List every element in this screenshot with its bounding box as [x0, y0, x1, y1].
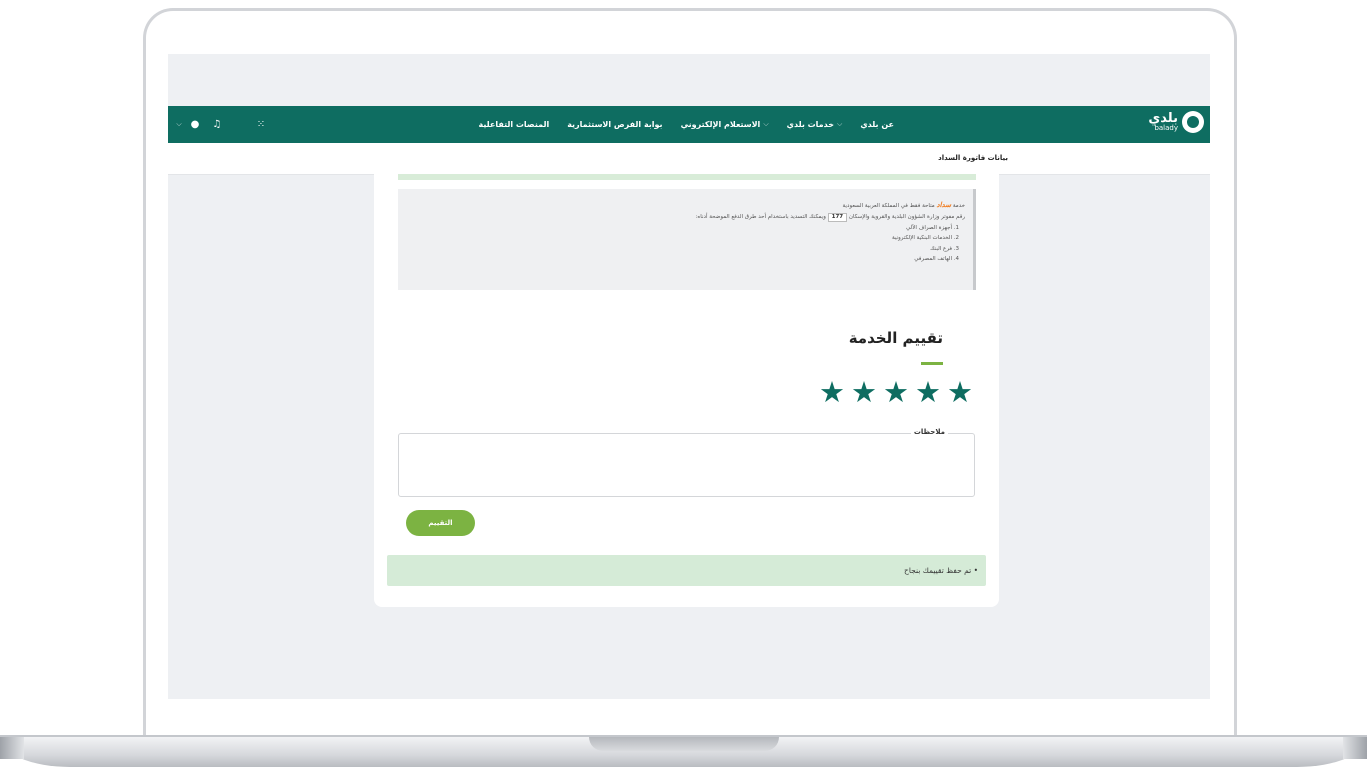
star-rating: ★ ★ ★ ★ ★ [819, 378, 973, 407]
logo-english: balady [1154, 124, 1178, 132]
main-nav: عن بلدي خدمات بلدي ⌵ الاستعلام الإلكترون… [478, 106, 894, 143]
grid-icon[interactable]: ⁙ [250, 119, 272, 130]
rating-title: تقييم الخدمة [848, 329, 943, 347]
balady-logo[interactable]: بلدي balady [1148, 111, 1204, 133]
top-navigation-bar: بلدي balady عن بلدي خدمات بلدي ⌵ الاستعل… [168, 106, 1210, 143]
nav-item-label: خدمات بلدي [786, 120, 835, 129]
laptop-base-right [1343, 737, 1367, 759]
nav-item-label: عن بلدي [860, 120, 894, 129]
page-title: بيانات فاتورة السداد [938, 154, 1008, 162]
success-message: • تم حفظ تقييمك بنجاح [904, 566, 978, 575]
info-text: خدمة [952, 203, 965, 209]
content-card: خدمة سداد متاحة فقط في المملكة العربية ا… [374, 174, 999, 607]
list-item: 1. أجهزة الصراف الآلي [905, 224, 959, 231]
chevron-down-icon[interactable]: ⌵ [174, 120, 184, 129]
profile-icon[interactable]: ● [184, 119, 206, 130]
star-icon[interactable]: ★ [851, 378, 877, 407]
notes-field-wrapper: ملاحظات [398, 428, 978, 500]
nav-item-inquiry[interactable]: الاستعلام الإلكتروني ⌵ [681, 120, 769, 129]
bell-icon[interactable]: ♫ [206, 119, 228, 130]
title-underline [921, 362, 943, 365]
nav-item-investment[interactable]: بوابة الفرص الاستثمارية [567, 120, 662, 129]
info-text: رقم مفوتر وزارة الشؤون البلدية والقروية … [848, 214, 965, 221]
laptop-base-left [0, 737, 24, 759]
info-line-2: رقم مفوتر وزارة الشؤون البلدية والقروية … [398, 212, 965, 223]
success-alert: • تم حفظ تقييمك بنجاح [387, 555, 986, 586]
nav-item-label: الاستعلام الإلكتروني [680, 120, 761, 129]
payment-info-box: خدمة سداد متاحة فقط في المملكة العربية ا… [398, 189, 976, 290]
notes-label: ملاحظات [910, 428, 948, 436]
nav-item-label: بوابة الفرص الاستثمارية [567, 120, 663, 129]
star-icon[interactable]: ★ [819, 378, 845, 407]
list-item: 2. الخدمات البنكية الإلكترونية [892, 235, 959, 242]
notes-textarea[interactable] [399, 434, 978, 500]
star-icon[interactable]: ★ [915, 378, 941, 407]
info-text: ويمكنك التسديد باستخدام أحد طرق الدفع ال… [695, 214, 826, 221]
nav-item-services[interactable]: خدمات بلدي ⌵ [787, 120, 843, 129]
payment-methods-list: 1. أجهزة الصراف الآلي 2. الخدمات البنكية… [398, 223, 965, 265]
chevron-down-icon: ⌵ [837, 120, 843, 128]
laptop-notch [589, 737, 779, 751]
biller-number-badge: 177 [827, 213, 848, 223]
chevron-down-icon: ⌵ [763, 120, 769, 128]
nav-item-platforms[interactable]: المنصات التفاعلية [478, 120, 549, 129]
logo-text: بلدي balady [1148, 112, 1178, 132]
list-item: 3. فرع البنك [930, 245, 959, 252]
page-header: بيانات فاتورة السداد [168, 143, 1210, 175]
nav-item-about[interactable]: عن بلدي [860, 120, 894, 129]
list-item: 4. الهاتف المصرفي [914, 256, 959, 263]
submit-rating-button[interactable]: التقييم [406, 510, 475, 536]
status-strip [398, 174, 976, 180]
browser-viewport: بلدي balady عن بلدي خدمات بلدي ⌵ الاستعل… [168, 54, 1210, 699]
star-icon[interactable]: ★ [883, 378, 909, 407]
header-tools: ⌵ ● ♫ ⁙ [174, 106, 272, 143]
nav-item-label: المنصات التفاعلية [478, 120, 550, 129]
star-icon[interactable]: ★ [947, 378, 973, 407]
info-line-1: خدمة سداد متاحة فقط في المملكة العربية ا… [398, 199, 965, 212]
palm-logo-icon [1182, 111, 1204, 133]
info-text: متاحة فقط في المملكة العربية السعودية [842, 203, 935, 209]
sadad-logo: سداد [936, 201, 952, 209]
